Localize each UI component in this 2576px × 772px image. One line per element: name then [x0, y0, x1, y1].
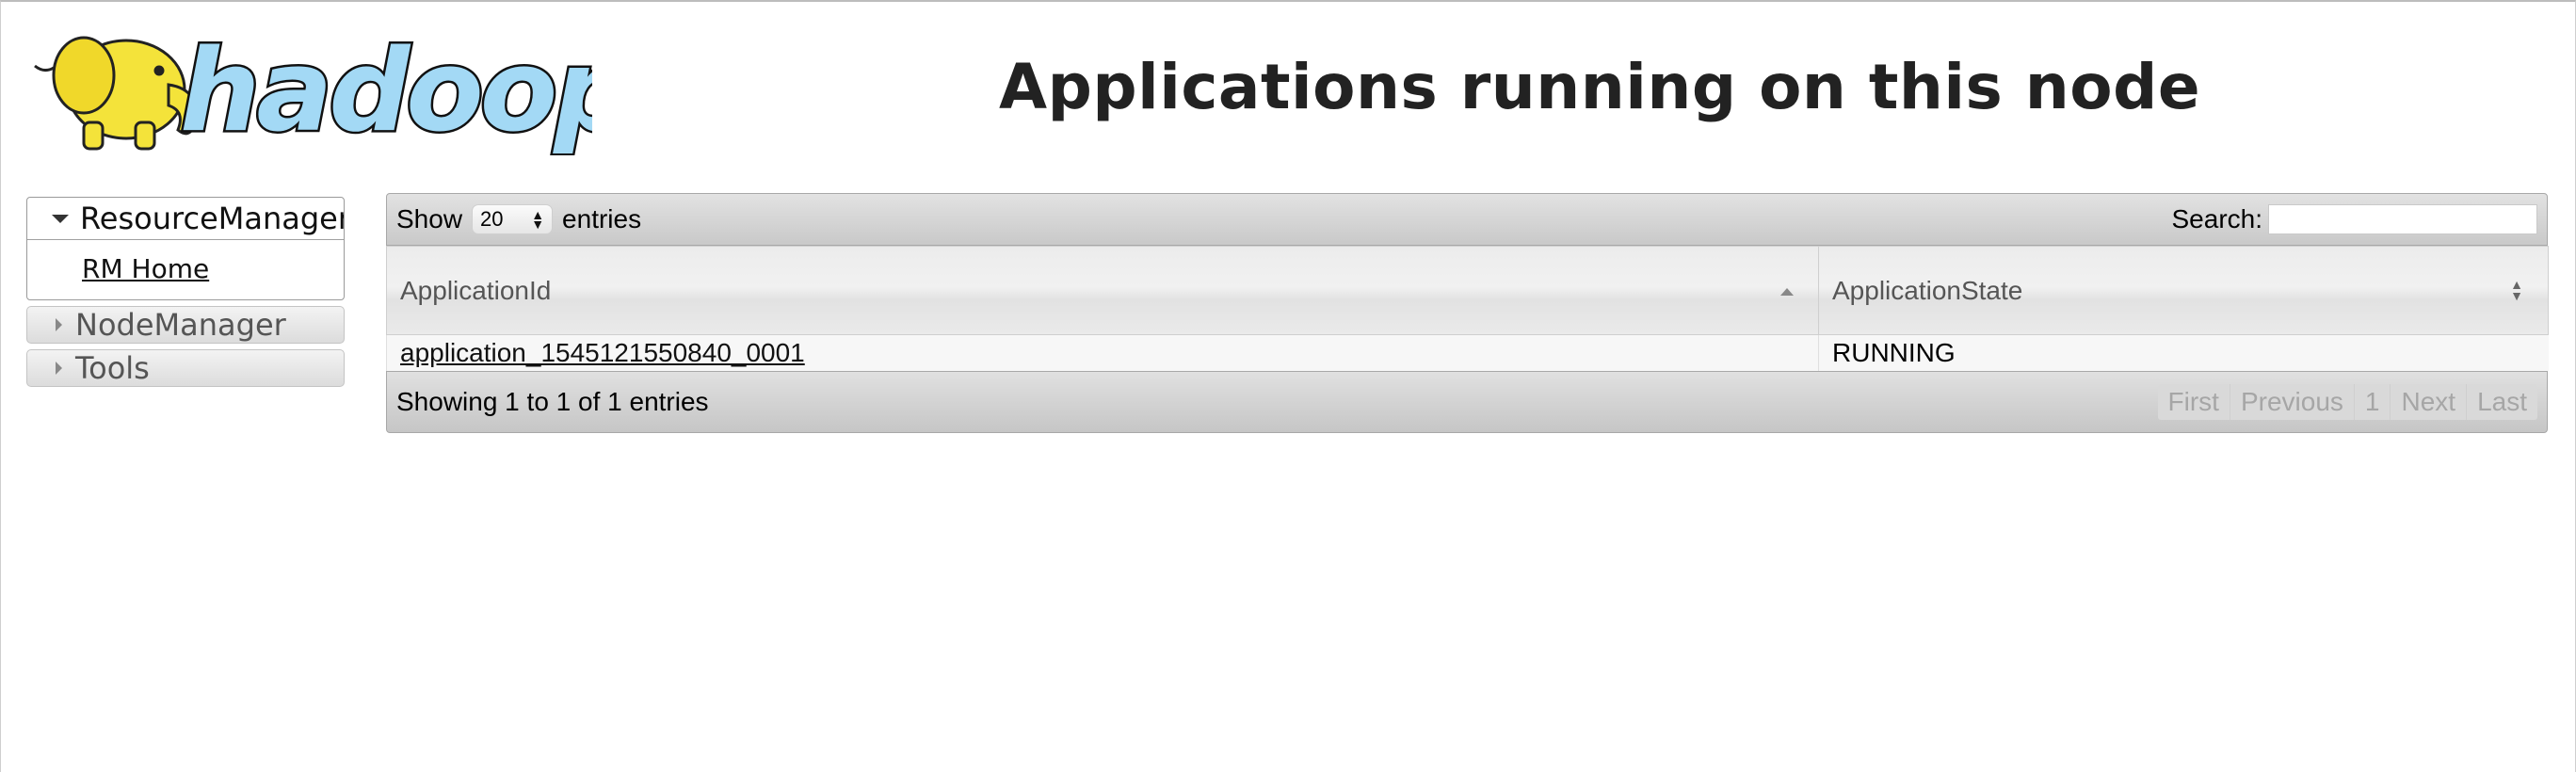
search-input[interactable] [2268, 204, 2537, 234]
nav-group-nodemanager[interactable]: NodeManager [26, 306, 345, 344]
entries-label: entries [562, 204, 642, 233]
nav-group-label: ResourceManager [80, 201, 345, 236]
column-header-label: ApplicationId [400, 275, 552, 305]
nav-group-resourcemanager: ResourceManager RM Home [26, 197, 345, 300]
elephant-logo-icon: hadoop [34, 24, 637, 160]
collapsed-triangle-icon [56, 362, 62, 375]
column-header-label: ApplicationState [1832, 275, 2023, 305]
nav-group-tools[interactable]: Tools [26, 349, 345, 387]
page-size-value: 20 [480, 207, 504, 231]
search-area: Search: [2171, 204, 2537, 234]
select-arrows-icon: ▲ ▼ [531, 207, 545, 232]
pagination-last-button[interactable]: Last [2466, 383, 2537, 420]
cell-application-state: RUNNING [1818, 334, 2549, 371]
page-size-select[interactable]: 20 ▲ ▼ [472, 204, 554, 234]
cell-application-id: application_1545121550840_0001 [386, 334, 1819, 371]
applications-table-widget: Show 20 ▲ ▼ entries Search: ApplicationId… [386, 193, 2549, 433]
pagination: First Previous 1 Next Last [2157, 383, 2537, 420]
application-link[interactable]: application_1545121550840_0001 [400, 338, 805, 367]
nav-group-header-resourcemanager[interactable]: ResourceManager [27, 198, 344, 240]
logo-wordmark: hadoop [180, 26, 592, 155]
applications-table: ApplicationId ApplicationState ▲ ▼ applic… [386, 246, 2549, 371]
pagination-page-1-button[interactable]: 1 [2353, 383, 2391, 420]
column-header-applicationid[interactable]: ApplicationId [386, 246, 1819, 335]
table-toolbar: Show 20 ▲ ▼ entries Search: [386, 193, 2548, 246]
show-label: Show [396, 204, 463, 233]
expanded-triangle-icon [52, 214, 69, 223]
sort-both-icon: ▲ ▼ [2510, 277, 2523, 303]
nav-group-label: Tools [75, 350, 150, 386]
table-header-row: ApplicationId ApplicationState ▲ ▼ [386, 246, 2549, 335]
nav-group-label: NodeManager [75, 307, 286, 343]
pagination-first-button[interactable]: First [2158, 384, 2230, 420]
table-info: Showing 1 to 1 of 1 entries [396, 386, 709, 416]
table-footer: Showing 1 to 1 of 1 entries First Previo… [386, 370, 2548, 433]
pagination-next-button[interactable]: Next [2390, 383, 2466, 420]
collapsed-triangle-icon [56, 318, 62, 331]
nav-link-rm-home[interactable]: RM Home [82, 253, 344, 284]
sidebar-nav: ResourceManager RM Home NodeManager Tool… [26, 197, 345, 387]
search-label: Search: [2171, 204, 2263, 233]
page-title: Applications running on this node [999, 51, 2201, 123]
sort-ascending-icon [1780, 288, 1794, 296]
column-header-applicationstate[interactable]: ApplicationState ▲ ▼ [1818, 246, 2549, 335]
pagination-previous-button[interactable]: Previous [2229, 383, 2354, 420]
table-row: application_1545121550840_0001 RUNNING [386, 334, 2549, 371]
hadoop-logo: hadoop [27, 19, 637, 160]
